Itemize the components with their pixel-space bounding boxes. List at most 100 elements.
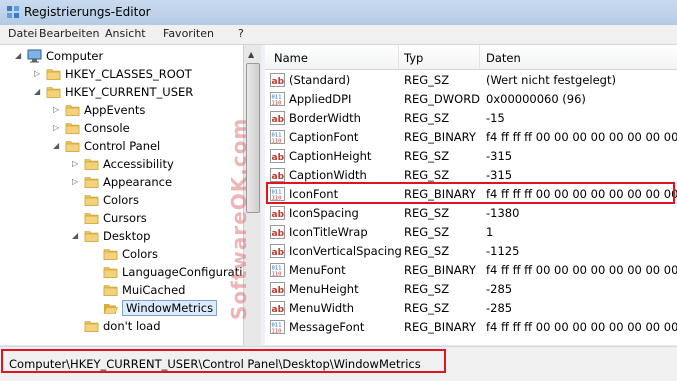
folder-icon	[103, 265, 118, 279]
folder-icon	[84, 193, 99, 207]
collapsed-arrow-icon[interactable]: ▷	[53, 124, 61, 132]
value-name: CaptionWidth	[289, 168, 367, 182]
string-value-icon: ab	[270, 73, 285, 87]
expanded-arrow-icon[interactable]: ◢	[72, 232, 80, 240]
svg-text:ab: ab	[272, 305, 285, 315]
value-data: -285	[486, 282, 513, 296]
menu-ansicht[interactable]: Ansicht	[105, 27, 146, 40]
tree-item[interactable]: ▷ HKEY_CLASSES_ROOT	[0, 66, 240, 84]
value-row[interactable]: ab IconVerticalSpacing REG_SZ -1125	[265, 242, 677, 261]
folder-icon	[84, 157, 99, 171]
column-type[interactable]: Typ	[404, 51, 423, 65]
value-type: REG_DWORD	[404, 92, 481, 106]
value-type: REG_BINARY	[404, 130, 476, 144]
tree-item[interactable]: Cursors	[0, 210, 240, 228]
string-value-icon: ab	[270, 168, 285, 182]
tree-item[interactable]: ◢ HKEY_CURRENT_USER	[0, 84, 240, 102]
value-type: REG_BINARY	[404, 320, 476, 334]
tree-item[interactable]: Colors	[0, 246, 240, 264]
folder-icon	[65, 103, 80, 117]
svg-text:ab: ab	[272, 115, 285, 125]
tree-scrollbar[interactable]: ▲	[243, 45, 261, 345]
value-row[interactable]: ab MenuHeight REG_SZ -285	[265, 280, 677, 299]
tree-item[interactable]: LanguageConfiguration	[0, 264, 257, 282]
tree-item-label: Accessibility	[103, 157, 174, 171]
menu-favoriten[interactable]: Favoriten	[163, 27, 214, 40]
tree-item-label: LanguageConfiguration	[122, 265, 257, 279]
binary-value-icon: 011 110	[270, 263, 285, 278]
tree-item[interactable]: MuiCached	[0, 282, 240, 300]
status-path-highlight: Computer\HKEY_CURRENT_USER\Control Panel…	[1, 349, 446, 373]
value-data: 0x00000060 (96)	[486, 92, 586, 106]
column-divider[interactable]	[479, 45, 480, 69]
menu-bearbeiten[interactable]: Bearbeiten	[39, 27, 99, 40]
binary-value-icon: 011 110	[270, 92, 285, 107]
svg-text:ab: ab	[272, 286, 285, 296]
tree-item[interactable]: don't load	[0, 318, 240, 336]
value-row[interactable]: ab (Standard) REG_SZ (Wert nicht festgelegt…	[265, 71, 677, 90]
string-value-icon: ab	[270, 282, 285, 296]
folder-icon	[84, 319, 99, 333]
window-title: Registrierungs-Editor	[24, 5, 151, 19]
expanded-arrow-icon[interactable]: ◢	[53, 142, 61, 150]
value-name: MenuWidth	[289, 301, 354, 315]
expanded-arrow-icon[interactable]: ◢	[34, 88, 42, 96]
tree-item-label: Control Panel	[84, 139, 161, 153]
column-name[interactable]: Name	[274, 51, 308, 65]
tree-item-label: Console	[84, 121, 130, 135]
value-row[interactable]: ab MenuWidth REG_SZ -285	[265, 299, 677, 318]
expanded-arrow-icon[interactable]: ◢	[15, 52, 23, 60]
tree-item[interactable]: ▷ AppEvents	[0, 102, 240, 120]
value-type: REG_SZ	[404, 168, 450, 182]
value-type: REG_SZ	[404, 111, 450, 125]
folder-icon	[103, 301, 118, 315]
menu-help[interactable]: ?	[238, 27, 244, 40]
value-row[interactable]: 011 110 CaptionFont REG_BINARY f4 ff ff ff 0…	[265, 128, 677, 147]
scrollbar-thumb[interactable]	[246, 63, 260, 213]
value-row[interactable]: 011 110 AppliedDPI REG_DWORD 0x00000060 (96)	[265, 90, 677, 109]
column-data[interactable]: Daten	[486, 51, 521, 65]
value-row[interactable]: ab IconSpacing REG_SZ -1380	[265, 204, 677, 223]
svg-text:110: 110	[272, 139, 282, 145]
tree-item-label: MuiCached	[122, 283, 186, 297]
value-row[interactable]: ab IconTitleWrap REG_SZ 1	[265, 223, 677, 242]
svg-text:ab: ab	[272, 229, 285, 239]
value-name: IconSpacing	[289, 206, 359, 220]
tree-item[interactable]: ◢ Desktop	[0, 228, 240, 246]
value-data: -15	[486, 111, 505, 125]
svg-text:ab: ab	[272, 248, 285, 258]
tree-item-label: Desktop	[103, 229, 151, 243]
collapsed-arrow-icon[interactable]: ▷	[34, 70, 42, 78]
title-bar[interactable]: Registrierungs-Editor	[0, 0, 677, 26]
value-row[interactable]: ab CaptionHeight REG_SZ -315	[265, 147, 677, 166]
collapsed-arrow-icon[interactable]: ▷	[72, 178, 80, 186]
tree-item[interactable]: ▷ Console	[0, 120, 240, 138]
tree-item[interactable]: ◢ Computer	[0, 48, 240, 66]
tree-item[interactable]: ▷ Appearance	[0, 174, 240, 192]
tree-item-label: AppEvents	[84, 103, 146, 117]
tree-item[interactable]: Colors	[0, 192, 240, 210]
tree-item[interactable]: WindowMetrics	[0, 300, 240, 318]
regedit-window: Registrierungs-Editor Datei Bearbeiten A…	[0, 0, 677, 381]
collapsed-arrow-icon[interactable]: ▷	[53, 106, 61, 114]
column-divider[interactable]	[398, 45, 399, 69]
tree-item[interactable]: ▷ Accessibility	[0, 156, 240, 174]
status-bar: Computer\HKEY_CURRENT_USER\Control Panel…	[0, 346, 677, 381]
value-name: BorderWidth	[289, 111, 361, 125]
value-row[interactable]: ab BorderWidth REG_SZ -15	[265, 109, 677, 128]
scroll-up-icon[interactable]: ▲	[248, 50, 254, 59]
value-row[interactable]: 011 110 MessageFont REG_BINARY f4 ff ff ff 0…	[265, 318, 677, 337]
value-type: REG_SZ	[404, 149, 450, 163]
value-row[interactable]: 011 110 MenuFont REG_BINARY f4 ff ff ff 00 0…	[265, 261, 677, 280]
value-type: REG_SZ	[404, 244, 450, 258]
menu-datei[interactable]: Datei	[8, 27, 37, 40]
registry-tree[interactable]: ◢ Computer ▷ HKEY_CLASSES_ROOT ◢ HKEY_CURRENT…	[0, 45, 262, 345]
value-data: f4 ff ff ff 00 00 00 00 00 00 00 00 00 0…	[486, 263, 677, 277]
value-data: -1125	[486, 244, 520, 258]
folder-icon	[46, 67, 61, 81]
tree-item-label: don't load	[103, 319, 161, 333]
tree-item[interactable]: ◢ Control Panel	[0, 138, 240, 156]
value-name: IconVerticalSpacing	[289, 244, 402, 258]
svg-text:110: 110	[272, 101, 282, 107]
collapsed-arrow-icon[interactable]: ▷	[72, 160, 80, 168]
